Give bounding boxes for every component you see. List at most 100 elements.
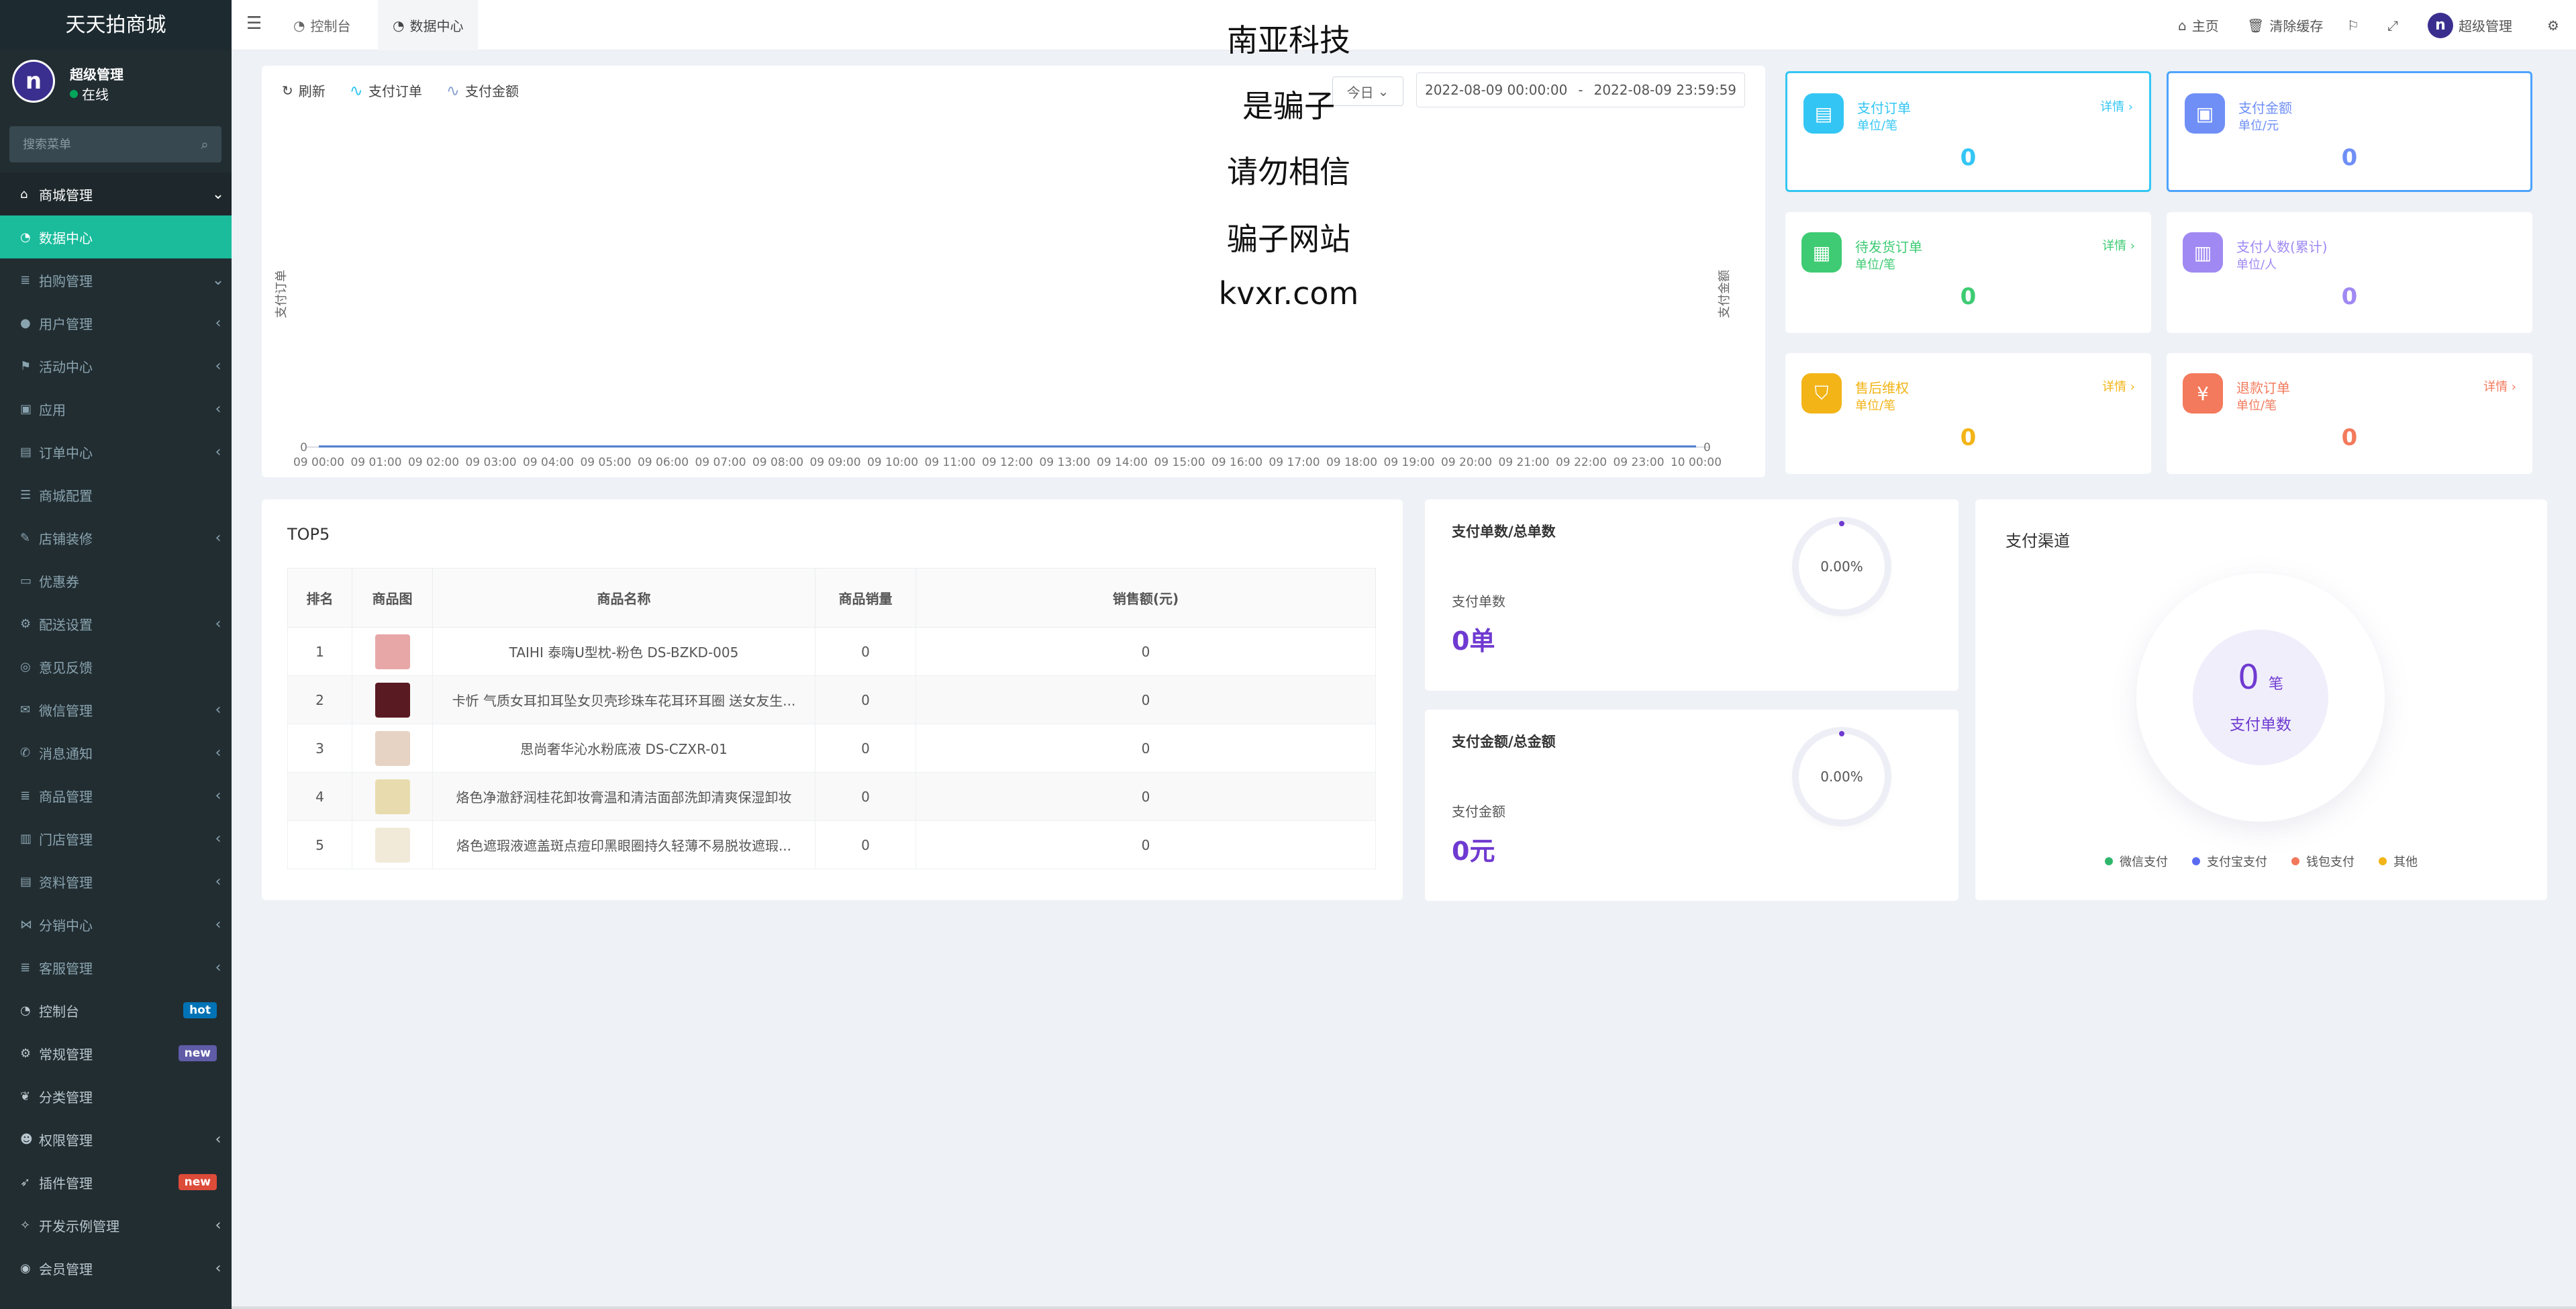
group-icon: ☻ — [20, 1132, 33, 1147]
overlay-text: 是骗子 — [1242, 88, 1335, 124]
legend-dot-icon — [2291, 857, 2299, 865]
product-thumbnail[interactable] — [375, 682, 410, 718]
sidebar-item[interactable]: ✉ 微信管理 ‹ — [0, 688, 232, 731]
sidebar-item[interactable]: ☻ 权限管理 ‹ — [0, 1118, 232, 1161]
leaf-icon: ❦ — [20, 1089, 31, 1104]
top5-card: TOP5 排名 商品图 商品名称 商品销量 销售额(元) 1 TAIHI 泰嗨U型… — [262, 499, 1403, 900]
chevron-left-icon: ‹ — [215, 830, 221, 847]
wallet-icon: ▣ — [2185, 93, 2225, 134]
sidebar-item[interactable]: ⚑ 活动中心 ‹ — [0, 344, 232, 387]
stat-card: ▦ 待发货订单 单位/笔 详情 › 0 — [1785, 212, 2151, 333]
refresh-button[interactable]: ↻ 刷新 — [282, 81, 326, 100]
table-row: 3 思尚奢华沁水粉底液 DS-CZXR-01 0 0 — [287, 724, 1376, 773]
brand-title[interactable]: 天天拍商城 — [0, 0, 232, 50]
fullscreen-icon[interactable]: ⤢ — [2387, 0, 2398, 50]
settings-icon[interactable]: ⚙ — [2547, 0, 2559, 50]
cogs-icon: ⚙ — [20, 616, 32, 631]
sidebar-item-label: 用户管理 — [39, 316, 93, 332]
legend-item[interactable]: 微信支付 — [2105, 853, 2168, 870]
sidebar-item[interactable]: ◔ 控制台 hot — [0, 989, 232, 1032]
amount-cell: 0 — [915, 675, 1376, 724]
legend-item[interactable]: 支付宝支付 — [2192, 853, 2267, 870]
bullhorn-icon: ✆ — [20, 745, 31, 760]
sidebar-item[interactable]: ☰ 商城配置 — [0, 473, 232, 516]
sidebar-item[interactable]: ▥ 门店管理 ‹ — [0, 817, 232, 860]
sidebar-item[interactable]: ✎ 店铺装修 ‹ — [0, 516, 232, 559]
stat-card: ▥ 支付人数(累计) 单位/人 0 — [2167, 212, 2532, 333]
detail-link[interactable]: 详情 › — [2102, 377, 2135, 395]
sidebar-item[interactable]: ⚙ 常规管理 new — [0, 1032, 232, 1075]
chevron-left-icon: ‹ — [215, 1130, 221, 1148]
detail-link[interactable]: 详情 › — [2102, 236, 2135, 254]
avatar[interactable]: n — [12, 60, 55, 103]
chevron-left-icon: ‹ — [215, 314, 221, 332]
search-icon[interactable]: ⌕ — [188, 136, 221, 152]
stat-value: 0 — [2341, 424, 2358, 451]
ratio-gauge: 0.00% — [1799, 731, 1885, 820]
x-tick-label: 09 15:00 — [1154, 456, 1205, 469]
sidebar-item[interactable]: ▤ 订单中心 ‹ — [0, 430, 232, 473]
sidebar-item[interactable]: ≣ 商品管理 ‹ — [0, 774, 232, 817]
admin-menu[interactable]: n 超级管理 — [2428, 0, 2512, 50]
menu-toggle-icon[interactable]: ☰ — [246, 13, 262, 34]
legend-label: 钱包支付 — [2306, 855, 2355, 869]
clear-cache-button[interactable]: 🗑 清除缓存 — [2247, 0, 2323, 50]
channel-unit: 笔 — [2268, 676, 2283, 693]
x-tick-label: 09 07:00 — [695, 456, 746, 469]
chevron-left-icon: ‹ — [215, 701, 221, 718]
legend-orders[interactable]: ∿ 支付订单 — [350, 81, 422, 100]
chevron-left-icon: ‹ — [215, 744, 221, 761]
rocket-icon: ➶ — [20, 1175, 31, 1190]
detail-link[interactable]: 详情 › — [2100, 97, 2133, 115]
sidebar-item[interactable]: ◔ 数据中心 — [0, 215, 232, 258]
product-thumbnail[interactable] — [375, 827, 410, 863]
stat-title: 支付人数(累计) — [2236, 239, 2328, 255]
sidebar-item[interactable]: ✆ 消息通知 ‹ — [0, 731, 232, 774]
sidebar-item[interactable]: ▭ 优惠券 — [0, 559, 232, 602]
language-icon[interactable]: ⚐ — [2347, 0, 2359, 50]
sales-cell: 0 — [815, 772, 916, 821]
product-thumbnail[interactable] — [375, 634, 410, 669]
sidebar-item[interactable]: ≣ 拍购管理 ⌄ — [0, 258, 232, 301]
sidebar-item[interactable]: ▤ 资料管理 ‹ — [0, 860, 232, 903]
legend-item[interactable]: 其他 — [2379, 853, 2418, 870]
sidebar-item[interactable]: ⌂ 商城管理 ⌄ — [0, 173, 232, 215]
channel-count: 0笔 — [2193, 658, 2328, 697]
amount-ratio-card: 支付金额/总金额 0.00% 支付金额 0元 — [1425, 710, 1959, 901]
sidebar-item-label: 活动中心 — [39, 358, 93, 375]
sidebar-item[interactable]: ➶ 插件管理 new — [0, 1161, 232, 1204]
tab-console[interactable]: ◔ 控制台 — [279, 0, 365, 50]
shield-icon: ⛉ — [1801, 373, 1842, 414]
home-link[interactable]: ⌂ 主页 — [2178, 0, 2219, 50]
sidebar-item[interactable]: ▣ 应用 ‹ — [0, 387, 232, 430]
legend-item[interactable]: 钱包支付 — [2291, 853, 2355, 870]
sidebar-item[interactable]: ◎ 意见反馈 — [0, 645, 232, 688]
stat-unit: 单位/笔 — [1855, 258, 1896, 272]
product-name-cell: 思尚奢华沁水粉底液 DS-CZXR-01 — [432, 724, 815, 773]
x-tick-label: 09 09:00 — [809, 456, 860, 469]
sidebar-item[interactable]: ⋈ 分销中心 ‹ — [0, 903, 232, 946]
chevron-left-icon: ‹ — [215, 1259, 221, 1277]
tab-data-center[interactable]: ◔ 数据中心 — [378, 0, 479, 50]
product-thumbnail[interactable] — [375, 730, 410, 766]
x-tick-label: 09 13:00 — [1039, 456, 1090, 469]
product-thumbnail[interactable] — [375, 779, 410, 814]
sidebar-item[interactable]: ✧ 开发示例管理 ‹ — [0, 1204, 232, 1247]
stat-card: ¥ 退款订单 单位/笔 详情 › 0 — [2167, 353, 2532, 474]
sidebar-item-label: 分类管理 — [39, 1089, 93, 1106]
stat-value: 0 — [2341, 283, 2358, 310]
legend-amount[interactable]: ∿ 支付金额 — [446, 81, 519, 100]
sidebar-item[interactable]: ◉ 会员管理 ‹ — [0, 1247, 232, 1290]
sidebar-item[interactable]: ● 用户管理 ‹ — [0, 301, 232, 344]
order-ratio-card: 支付单数/总单数 0.00% 支付单数 0单 — [1425, 499, 1959, 691]
x-tick-label: 09 02:00 — [408, 456, 459, 469]
sidebar-item[interactable]: ❦ 分类管理 — [0, 1075, 232, 1118]
sidebar-item-label: 微信管理 — [39, 702, 93, 719]
rank-cell: 3 — [287, 724, 352, 773]
legend-amount-label: 支付金额 — [464, 83, 519, 99]
detail-link[interactable]: 详情 › — [2483, 377, 2516, 395]
coupon-icon: ▭ — [20, 573, 32, 588]
sidebar-item[interactable]: ≣ 客服管理 ‹ — [0, 946, 232, 989]
search-input[interactable] — [9, 126, 188, 162]
sidebar-item[interactable]: ⚙ 配送设置 ‹ — [0, 602, 232, 645]
